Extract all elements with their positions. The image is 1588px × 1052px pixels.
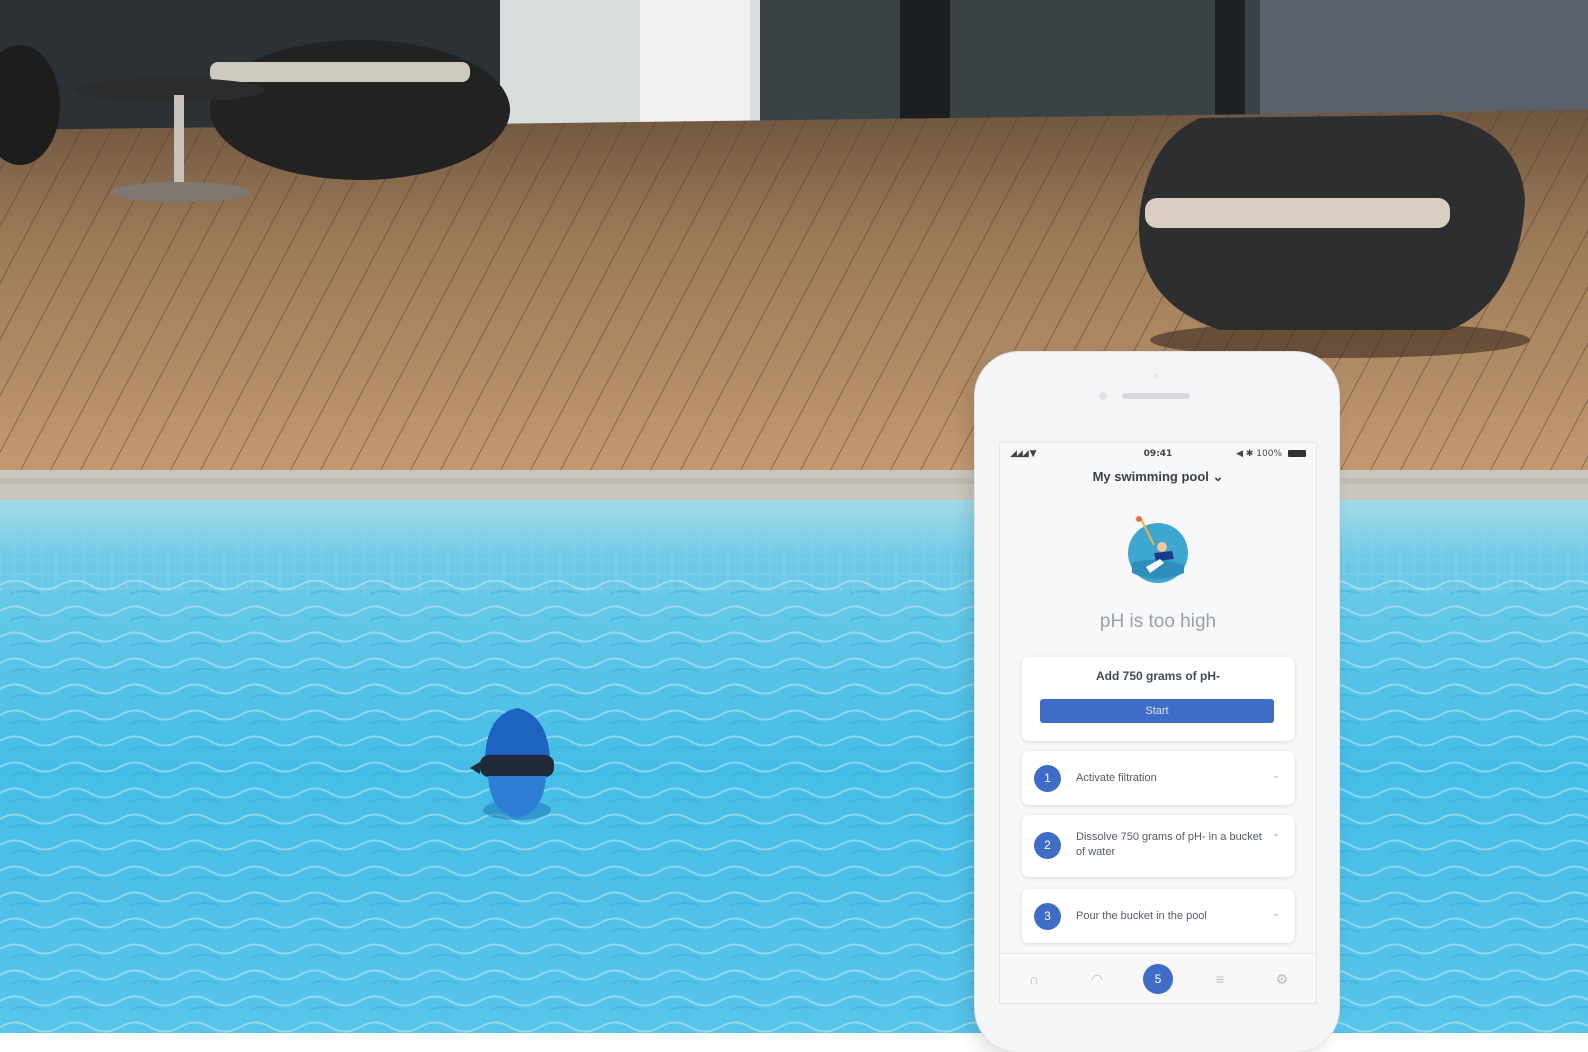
- chevron-down-icon[interactable]: ⌄: [1272, 770, 1280, 781]
- step-number-badge: 2: [1034, 832, 1061, 859]
- smartphone: ◢◢◢ ▼ 09:41 ◀ ✱ 100% My swimming pool ⌄ …: [975, 352, 1339, 1052]
- step-text: Activate filtration: [1076, 772, 1157, 784]
- step-text: Dissolve 750 grams of pH- in a bucket of…: [1076, 831, 1262, 858]
- guide-icon: 5: [1143, 964, 1173, 994]
- app-screen: ◢◢◢ ▼ 09:41 ◀ ✱ 100% My swimming pool ⌄ …: [999, 442, 1317, 1004]
- front-camera: [1099, 392, 1107, 400]
- bottom-tab-bar: ∩ ◠ 5 ≡ ⚙: [1000, 953, 1316, 1003]
- tab-list[interactable]: ≡: [1198, 954, 1242, 1003]
- step-item[interactable]: 3 Pour the bucket in the pool ⌄: [1022, 889, 1294, 943]
- pool-selector[interactable]: My swimming pool ⌄: [1000, 469, 1316, 485]
- dose-card: Add 750 grams of pH- Start: [1022, 657, 1294, 741]
- background-photo: [0, 0, 1588, 1033]
- tab-gauge[interactable]: ◠: [1075, 954, 1119, 1003]
- ph-alert-message: pH is too high: [1099, 611, 1217, 632]
- chevron-up-icon[interactable]: ⌃: [1272, 833, 1280, 844]
- tab-people[interactable]: ∩: [1012, 954, 1056, 1003]
- list-icon: ≡: [1215, 971, 1225, 987]
- step-item[interactable]: 2 Dissolve 750 grams of pH- in a bucket …: [1022, 815, 1294, 877]
- tab-settings[interactable]: ⚙: [1260, 954, 1304, 1003]
- pool-scene-photo: [0, 0, 1588, 1033]
- gauge-icon: ◠: [1090, 970, 1104, 987]
- people-icon: ∩: [1028, 971, 1040, 987]
- proximity-sensor: [1153, 374, 1158, 379]
- step-text: Pour the bucket in the pool: [1076, 910, 1207, 922]
- status-bar: ◢◢◢ ▼ 09:41 ◀ ✱ 100%: [1000, 443, 1316, 465]
- settings-icon: ⚙: [1275, 970, 1289, 987]
- pool-cleaning-illustration: [1128, 516, 1188, 583]
- step-item[interactable]: 1 Activate filtration ⌄: [1022, 751, 1294, 805]
- battery-percentage: ◀ ✱ 100%: [1236, 449, 1282, 459]
- earpiece-speaker: [1122, 393, 1190, 399]
- dose-instruction: Add 750 grams of pH-: [1095, 669, 1221, 683]
- tab-guide[interactable]: 5: [1136, 954, 1180, 1003]
- step-number-badge: 3: [1034, 903, 1061, 930]
- start-button[interactable]: Start: [1040, 699, 1274, 723]
- battery-icon: [1288, 450, 1306, 457]
- chevron-down-icon[interactable]: ⌄: [1272, 908, 1280, 919]
- step-number-badge: 1: [1034, 765, 1061, 792]
